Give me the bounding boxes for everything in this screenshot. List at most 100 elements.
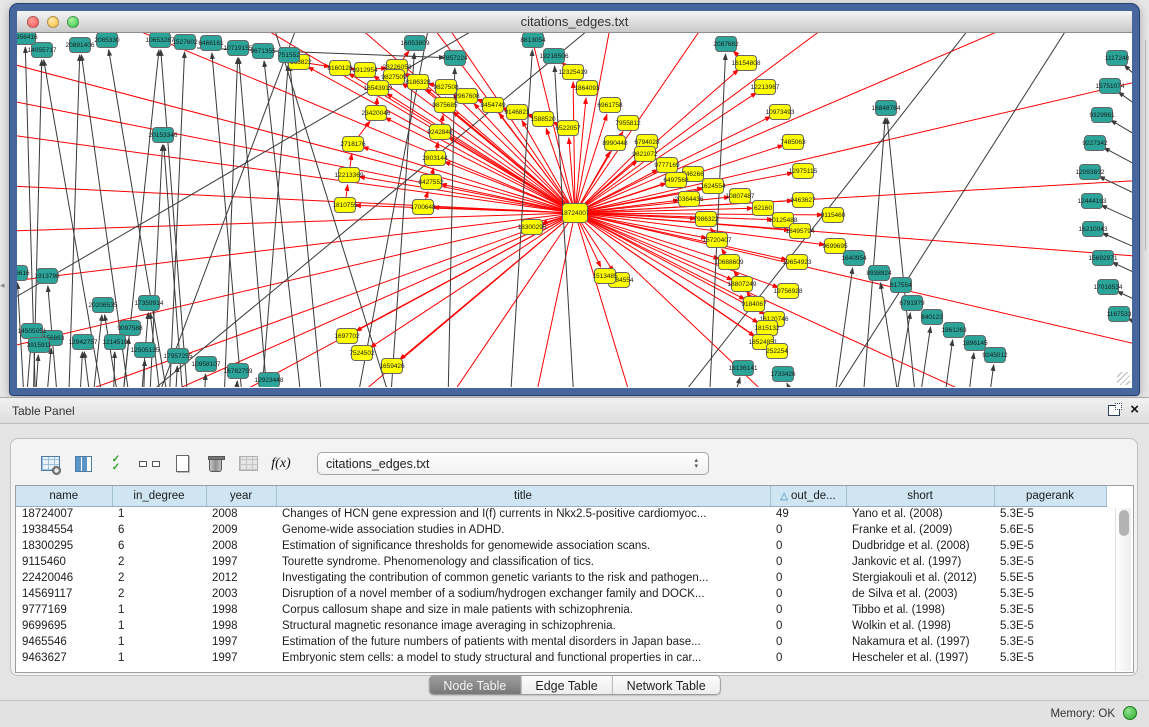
graph-node[interactable]: 2085330 [94, 33, 120, 48]
table-cell[interactable]: 5.3E-5 [994, 506, 1106, 522]
table-cell[interactable]: Estimation of the future numbers of pati… [276, 634, 770, 650]
table-cell[interactable]: 18300295 [16, 538, 112, 554]
table-cell[interactable]: 0 [770, 634, 846, 650]
table-cell[interactable]: 9463627 [16, 650, 112, 666]
table-cell[interactable]: 1997 [206, 650, 276, 666]
graph-node[interactable]: 9242848 [427, 125, 453, 140]
table-row[interactable]: 911546021997Tourette syndrome. Phenomeno… [16, 554, 1106, 570]
table-cell[interactable]: 5.3E-5 [994, 618, 1106, 634]
table-cell[interactable]: de Silva et al. (2003) [846, 586, 994, 602]
table-cell[interactable]: 0 [770, 538, 846, 554]
table-cell[interactable]: 19384554 [16, 522, 112, 538]
graph-node[interactable]: 6961758 [597, 98, 623, 113]
table-cell[interactable]: 5.3E-5 [994, 554, 1106, 570]
graph-node[interactable]: 8938924 [866, 266, 892, 281]
graph-node[interactable]: 6791979 [899, 296, 925, 311]
import-table-button[interactable] [235, 451, 261, 477]
table-row[interactable]: 1938455462009Genome-wide association stu… [16, 522, 1106, 538]
float-panel-icon[interactable] [1108, 405, 1120, 416]
graph-node[interactable]: 1527602 [172, 35, 198, 50]
table-cell[interactable]: 9115460 [16, 554, 112, 570]
graph-node[interactable]: 12975115 [789, 164, 818, 179]
graph-node[interactable]: 19756928 [774, 284, 803, 299]
graph-node[interactable]: 2718176 [340, 137, 366, 152]
graph-node[interactable]: 7986322 [693, 212, 719, 227]
table-selector-dropdown[interactable]: citations_edges.txt ▴▾ [317, 452, 709, 475]
graph-node[interactable]: 6522057 [555, 121, 581, 136]
graph-node[interactable]: 1214519 [102, 335, 128, 350]
table-cell[interactable]: 2003 [206, 586, 276, 602]
graph-node[interactable]: 20364436 [675, 192, 704, 207]
graph-node[interactable]: 9245012 [982, 348, 1008, 363]
graph-node[interactable]: 17359914 [135, 296, 164, 311]
graph-node[interactable]: 12213967 [751, 80, 780, 95]
graph-node[interactable]: 9329961 [1089, 108, 1115, 123]
graph-node[interactable]: 17957255 [164, 349, 193, 364]
table-cell[interactable]: 2009 [206, 522, 276, 538]
graph-node[interactable]: 751552 [278, 48, 300, 63]
panel-collapse-arrow-icon[interactable]: ◂ [0, 280, 5, 291]
graph-node[interactable]: 8813054 [520, 33, 546, 48]
table-cell[interactable]: 1997 [206, 634, 276, 650]
table-cell[interactable]: 0 [770, 570, 846, 586]
graph-node[interactable]: 12093832 [1076, 165, 1105, 180]
graph-node[interactable]: 18300295 [518, 220, 547, 235]
graph-node[interactable]: 15692971 [1089, 251, 1118, 266]
table-cell[interactable]: Embryonic stem cells: a model to study s… [276, 650, 770, 666]
show-columns-button[interactable] [70, 451, 96, 477]
table-cell[interactable]: 0 [770, 618, 846, 634]
column-header-name[interactable]: name [16, 486, 112, 506]
table-cell[interactable]: 18724007 [16, 506, 112, 522]
graph-node[interactable]: 2967608 [454, 89, 480, 104]
table-cell[interactable]: 9465546 [16, 634, 112, 650]
graph-node[interactable]: 1810755 [332, 198, 358, 213]
graph-node[interactable]: 9227342 [1082, 136, 1108, 151]
graph-node[interactable]: 19218506 [540, 49, 569, 64]
graph-node[interactable]: 10807487 [726, 189, 755, 204]
graph-node[interactable]: 1513485 [592, 269, 618, 284]
graph-node[interactable]: 12325419 [559, 65, 588, 80]
table-cell[interactable]: Estimation of significance thresholds fo… [276, 538, 770, 554]
graph-node[interactable]: 10958107 [192, 357, 221, 372]
graph-node[interactable]: 16782759 [224, 364, 253, 379]
table-cell[interactable]: 2012 [206, 570, 276, 586]
table-cell[interactable]: 1 [112, 650, 206, 666]
table-cell[interactable]: 2008 [206, 538, 276, 554]
table-cell[interactable]: 14569117 [16, 586, 112, 602]
table-cell[interactable]: 5.3E-5 [994, 634, 1106, 650]
graph-node[interactable]: 1640954 [841, 251, 867, 266]
graph-node[interactable]: 2536616 [17, 266, 30, 281]
graph-node[interactable]: 18724007 [561, 204, 590, 223]
graph-node[interactable]: 3915911 [27, 338, 52, 353]
table-cell[interactable]: 0 [770, 554, 846, 570]
table-cell[interactable]: 1 [112, 618, 206, 634]
table-cell[interactable]: Changes of HCN gene expression and I(f) … [276, 506, 770, 522]
table-cell[interactable]: Disruption of a novel member of a sodium… [276, 586, 770, 602]
table-cell[interactable]: 2008 [206, 506, 276, 522]
table-cell[interactable]: Hescheler et al. (1997) [846, 650, 994, 666]
graph-node[interactable]: 12213369 [335, 168, 364, 183]
table-cell[interactable]: Franke et al. (2009) [846, 522, 994, 538]
graph-node[interactable]: 2087682 [713, 37, 739, 52]
graph-node[interactable]: 10688609 [715, 255, 744, 270]
graph-node[interactable]: 9875685 [432, 98, 458, 113]
graph-node[interactable]: 10719155 [224, 41, 253, 56]
table-cell[interactable]: 1997 [206, 554, 276, 570]
graph-node[interactable]: 8160128 [327, 61, 353, 76]
graph-node[interactable]: 9671355 [250, 44, 276, 59]
table-cell[interactable]: 5.5E-5 [994, 570, 1106, 586]
column-header-short[interactable]: short [846, 486, 994, 506]
table-cell[interactable]: 2 [112, 570, 206, 586]
graph-node[interactable]: 1913798 [34, 269, 60, 284]
graph-node[interactable]: 8427552 [418, 175, 444, 190]
graph-node[interactable]: 16154808 [732, 56, 761, 71]
table-cell[interactable]: Jankovic et al. (1997) [846, 554, 994, 570]
window-titlebar[interactable]: citations_edges.txt [17, 11, 1132, 33]
column-header-title[interactable]: title [276, 486, 770, 506]
table-cell[interactable]: 0 [770, 522, 846, 538]
table-cell[interactable]: 1998 [206, 602, 276, 618]
table-row[interactable]: 1872400712008Changes of HCN gene express… [16, 506, 1106, 522]
window-resize-grip[interactable] [1117, 372, 1130, 385]
table-cell[interactable]: 1 [112, 602, 206, 618]
column-header-pagerank[interactable]: pagerank [994, 486, 1106, 506]
